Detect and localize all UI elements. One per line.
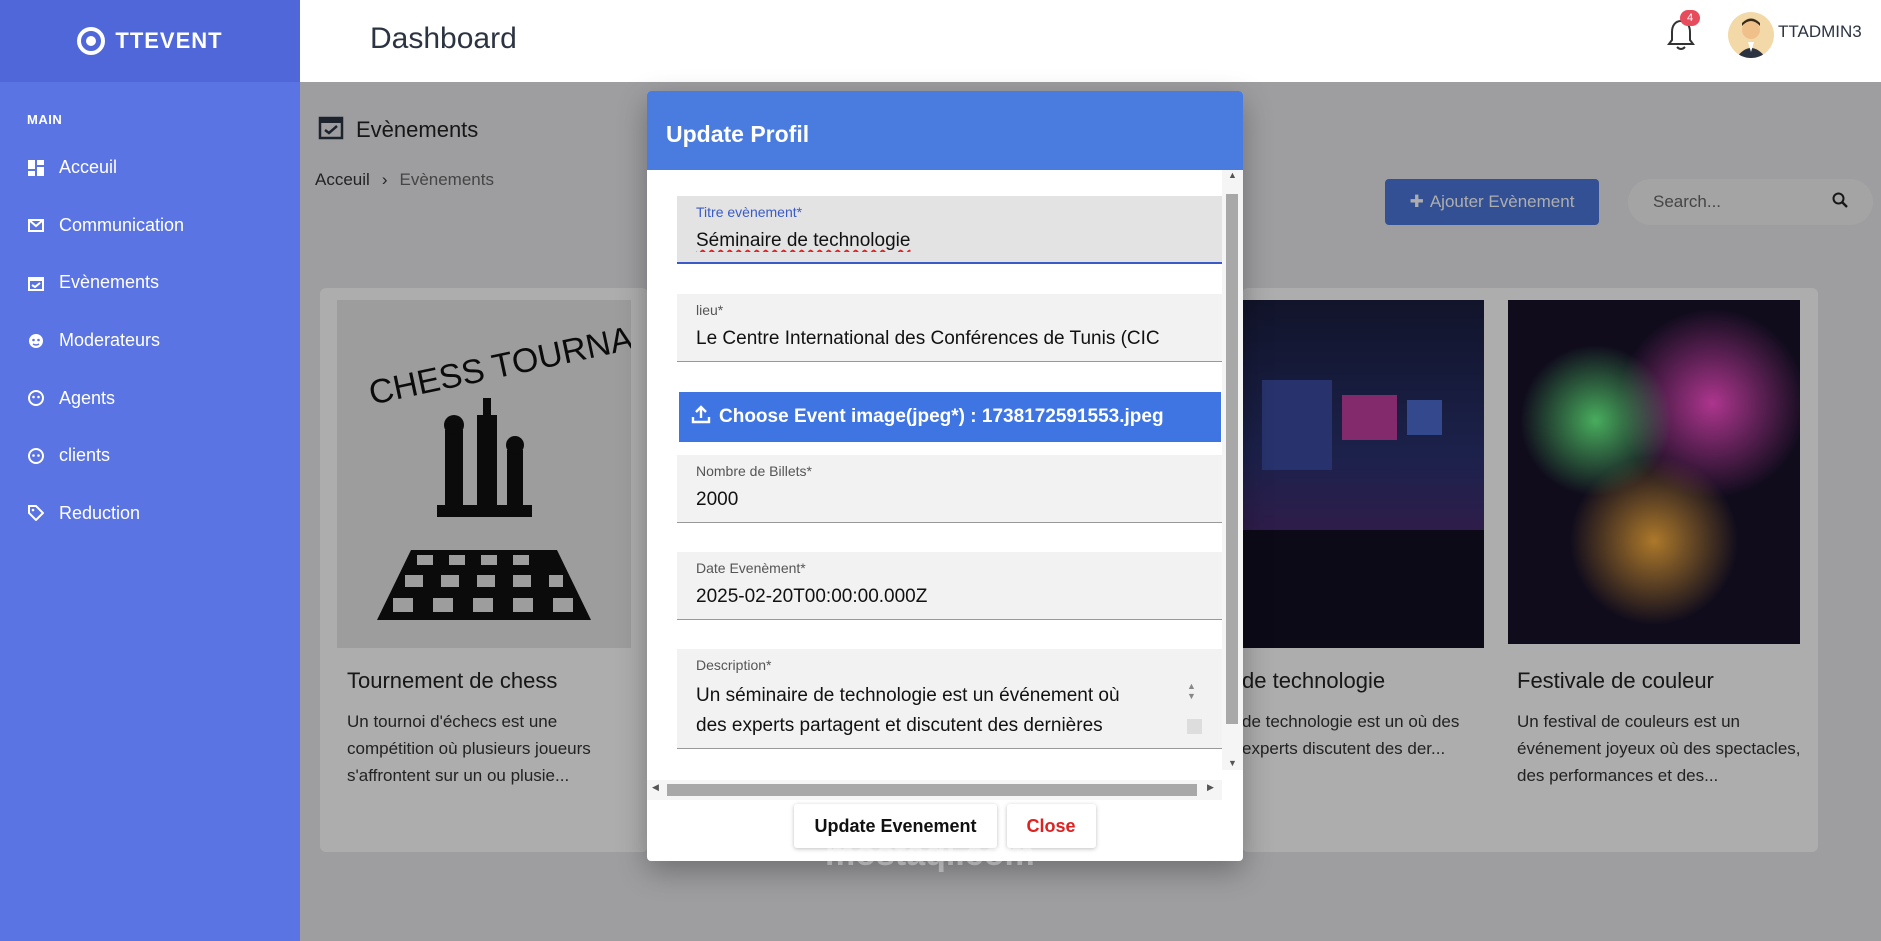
location-field[interactable]: lieu* Le Centre International des Confér… <box>677 294 1222 362</box>
notification-badge: 4 <box>1680 10 1700 26</box>
modal-title: Update Profil <box>647 91 1243 170</box>
avatar[interactable] <box>1728 12 1774 58</box>
field-label: Titre evènement* <box>696 204 803 220</box>
sidebar: TTEVENT MAIN Acceuil Communication Evène… <box>0 0 300 941</box>
event-date-field[interactable]: Date Evenèment* 2025-02-20T00:00:00.000Z <box>677 552 1222 620</box>
update-event-modal: Update Profil Titre evènement* Séminaire… <box>647 91 1243 861</box>
scrollbar-thumb[interactable] <box>667 784 1197 796</box>
sidebar-item-agents[interactable]: Agents <box>0 369 300 427</box>
moderator-icon <box>27 332 45 350</box>
tag-icon <box>27 504 45 522</box>
field-label: Description* <box>696 657 772 673</box>
scroll-up-icon[interactable]: ▲ <box>1222 170 1243 180</box>
event-title-field[interactable]: Titre evènement* Séminaire de technologi… <box>677 196 1222 264</box>
client-icon <box>27 447 45 465</box>
dashboard-icon <box>27 159 45 177</box>
scroll-right-icon[interactable]: ▶ <box>1207 782 1214 793</box>
field-label: Nombre de Billets* <box>696 463 812 479</box>
agent-icon <box>27 389 45 407</box>
choose-image-button[interactable]: Choose Event image(jpeg*) : 173817259155… <box>679 392 1221 442</box>
sidebar-item-acceuil[interactable]: Acceuil <box>0 139 300 197</box>
event-date-input[interactable]: 2025-02-20T00:00:00.000Z <box>696 586 1216 608</box>
topbar: Dashboard 4 TTADMIN3 <box>300 0 1881 82</box>
sidebar-item-label: Evènements <box>59 272 160 293</box>
brand-logo-icon <box>77 27 106 55</box>
textarea-scroll-arrows-icon[interactable]: ▲ ▼ <box>1187 681 1196 701</box>
ticket-count-field[interactable]: Nombre de Billets* 2000 <box>677 455 1222 523</box>
description-input[interactable]: Un séminaire de technologie est un événe… <box>696 681 1216 741</box>
sidebar-item-reduction[interactable]: Reduction <box>0 485 300 543</box>
modal-vertical-scrollbar[interactable]: ▲ ▼ <box>1222 170 1243 770</box>
sidebar-item-label: Reduction <box>59 502 141 523</box>
calendar-check-icon <box>27 274 45 292</box>
sidebar-item-label: Moderateurs <box>59 330 161 351</box>
sidebar-item-label: Acceuil <box>59 157 118 178</box>
scroll-down-icon[interactable]: ▼ <box>1222 758 1243 768</box>
description-field[interactable]: Description* Un séminaire de technologie… <box>677 649 1222 749</box>
brand-name: TTEVENT <box>115 28 223 53</box>
brand[interactable]: TTEVENT <box>0 0 300 82</box>
location-input[interactable]: Le Centre International des Conférences … <box>696 328 1216 350</box>
field-label: lieu* <box>696 302 724 318</box>
watermark: mostaql.com <box>825 835 1035 873</box>
sidebar-section-label: MAIN <box>27 112 63 127</box>
scrollbar-thumb[interactable] <box>1226 194 1238 724</box>
textarea-resize-handle-icon[interactable] <box>1187 719 1202 734</box>
sidebar-item-clients[interactable]: clients <box>0 427 300 485</box>
modal-body: Titre evènement* Séminaire de technologi… <box>647 170 1243 770</box>
ticket-count-input[interactable]: 2000 <box>696 489 1216 511</box>
username[interactable]: TTADMIN3 <box>1778 22 1862 42</box>
mail-icon <box>27 216 45 234</box>
description-line: des experts partagent et discutent des d… <box>696 715 1103 736</box>
modal-horizontal-scrollbar[interactable]: ◀ ▶ <box>647 780 1222 800</box>
upload-icon <box>691 404 711 430</box>
page-title: Dashboard <box>370 22 517 55</box>
sidebar-item-communication[interactable]: Communication <box>0 197 300 255</box>
sidebar-item-label: Agents <box>59 387 116 408</box>
choose-image-label: Choose Event image(jpeg*) : 173817259155… <box>719 406 1164 427</box>
sidebar-item-evenements[interactable]: Evènements <box>0 254 300 312</box>
scroll-left-icon[interactable]: ◀ <box>652 782 659 793</box>
field-label: Date Evenèment* <box>696 560 806 576</box>
event-title-input[interactable]: Séminaire de technologie <box>696 230 1216 252</box>
sidebar-item-moderateurs[interactable]: Moderateurs <box>0 312 300 370</box>
description-line: Un séminaire de technologie est un événe… <box>696 685 1120 706</box>
sidebar-item-label: Communication <box>59 214 185 235</box>
sidebar-item-label: clients <box>59 445 111 466</box>
